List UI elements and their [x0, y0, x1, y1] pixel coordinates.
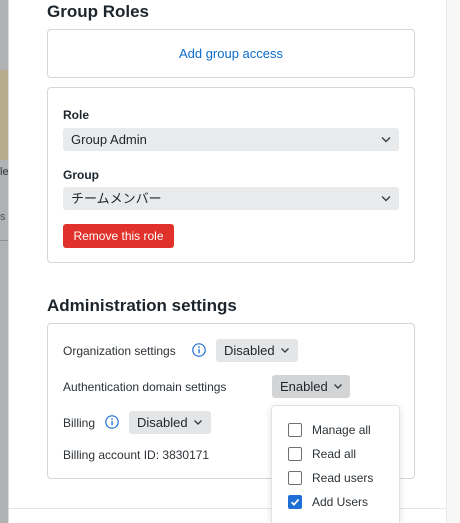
billing-dropdown[interactable]: Disabled — [129, 411, 211, 434]
checkbox[interactable] — [288, 447, 302, 461]
remove-role-button[interactable]: Remove this role — [63, 224, 174, 248]
billing-account-id-value: 3830171 — [162, 448, 210, 462]
authentication-permissions-menu: Manage all Read all Read users Add Users — [271, 405, 400, 523]
group-select-value: チームメンバー — [71, 191, 162, 206]
billing-label: Billing — [63, 416, 96, 430]
option-label: Read all — [312, 447, 357, 461]
option-label: Read users — [312, 471, 374, 485]
role-select[interactable]: Group Admin — [63, 128, 399, 151]
authentication-domain-settings-label: Authentication domain settings — [63, 380, 227, 394]
role-select-value: Group Admin — [71, 132, 147, 147]
scrollbar-track[interactable] — [446, 0, 460, 523]
chevron-down-icon — [193, 419, 203, 427]
check-icon — [290, 498, 300, 506]
panel-border — [8, 0, 9, 523]
group-select[interactable]: チームメンバー — [63, 187, 399, 210]
info-icon[interactable] — [105, 415, 119, 429]
authentication-domain-settings-dropdown[interactable]: Enabled — [272, 375, 350, 398]
chevron-down-icon — [280, 347, 290, 355]
group-label: Group — [63, 168, 99, 182]
checkbox[interactable] — [288, 471, 302, 485]
billing-account-id-label: Billing account ID: — [63, 448, 160, 462]
organization-settings-dropdown[interactable]: Disabled — [216, 339, 298, 362]
administration-settings-heading: Administration settings — [47, 296, 237, 315]
checkbox[interactable] — [288, 423, 302, 437]
background-image — [0, 70, 8, 160]
background-text-fragment: le — [0, 166, 8, 178]
authentication-domain-settings-value: Enabled — [280, 379, 328, 394]
option-label: Add Users — [312, 495, 369, 509]
info-icon[interactable] — [192, 343, 206, 357]
option-label: Manage all — [312, 423, 371, 437]
add-group-access-card: Add group access — [47, 29, 415, 78]
add-group-access-link[interactable]: Add group access — [48, 46, 414, 61]
chevron-down-icon — [381, 195, 391, 203]
group-roles-heading: Group Roles — [47, 2, 150, 21]
role-card: Role Group Admin Group チームメンバー Remove th… — [47, 87, 415, 263]
role-label: Role — [63, 108, 90, 122]
background-divider — [0, 240, 8, 241]
chevron-down-icon — [381, 136, 391, 144]
background-page: le s — [0, 0, 8, 523]
chevron-down-icon — [333, 383, 343, 391]
background-text-fragment: s — [0, 211, 6, 223]
billing-value: Disabled — [137, 415, 188, 430]
checkbox-checked[interactable] — [288, 495, 302, 509]
billing-account-id: Billing account ID: 3830171 — [63, 448, 209, 462]
organization-settings-label: Organization settings — [63, 344, 176, 358]
organization-settings-value: Disabled — [224, 343, 275, 358]
